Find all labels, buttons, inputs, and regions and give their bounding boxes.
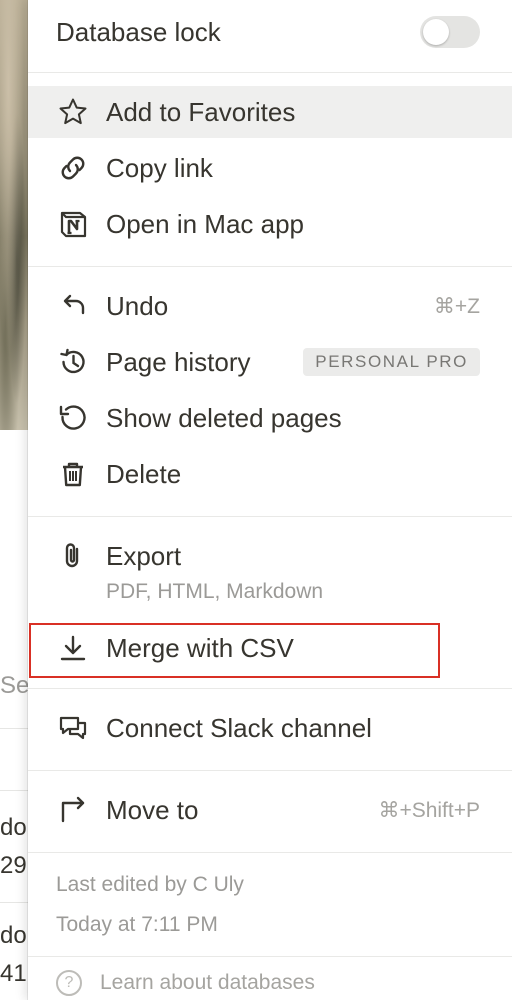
merge-with-csv-label: Merge with CSV bbox=[106, 632, 294, 663]
restore-icon bbox=[56, 401, 90, 435]
undo-icon bbox=[56, 289, 90, 323]
add-to-favorites-label: Add to Favorites bbox=[106, 96, 296, 127]
chat-bubbles-icon bbox=[56, 711, 90, 745]
background-text: Se bbox=[0, 672, 28, 699]
trash-icon bbox=[56, 457, 90, 491]
move-to-label: Move to bbox=[106, 794, 199, 825]
menu-divider bbox=[28, 72, 512, 73]
history-icon bbox=[56, 345, 90, 379]
learn-about-databases-label: Learn about databases bbox=[100, 971, 315, 994]
help-icon: ? bbox=[56, 970, 82, 996]
undo-item[interactable]: Undo ⌘+Z bbox=[28, 280, 512, 332]
connect-slack-channel-item[interactable]: Connect Slack channel bbox=[28, 702, 512, 754]
page-options-menu: Database lock Add to Favorites Copy link… bbox=[28, 0, 512, 1000]
notion-app-icon bbox=[56, 207, 90, 241]
delete-item[interactable]: Delete bbox=[28, 448, 512, 500]
menu-divider bbox=[28, 688, 512, 689]
connect-slack-channel-label: Connect Slack channel bbox=[106, 712, 372, 743]
background-divider bbox=[0, 790, 28, 791]
learn-about-databases-link[interactable]: ? Learn about databases bbox=[56, 970, 315, 996]
last-edited-by: Last edited by C Uly bbox=[56, 873, 244, 896]
background-cell: do bbox=[0, 922, 27, 949]
copy-link-item[interactable]: Copy link bbox=[28, 142, 512, 194]
background-cell: 41 bbox=[0, 960, 27, 987]
move-to-item[interactable]: Move to ⌘+Shift+P bbox=[28, 784, 512, 836]
download-icon bbox=[56, 631, 90, 665]
last-edited-time: Today at 7:11 PM bbox=[56, 913, 218, 936]
toggle-knob bbox=[423, 19, 449, 45]
export-formats: PDF, HTML, Markdown bbox=[106, 580, 324, 603]
move-to-shortcut: ⌘+Shift+P bbox=[378, 798, 480, 822]
open-in-mac-app-item[interactable]: Open in Mac app bbox=[28, 198, 512, 250]
database-lock-toggle[interactable] bbox=[420, 16, 480, 48]
merge-with-csv-item[interactable]: Merge with CSV bbox=[28, 622, 512, 674]
database-lock-row[interactable]: Database lock bbox=[28, 6, 512, 58]
background-divider bbox=[0, 902, 28, 903]
page-history-label: Page history bbox=[106, 346, 251, 377]
open-in-mac-app-label: Open in Mac app bbox=[106, 208, 305, 239]
menu-divider bbox=[28, 770, 512, 771]
menu-divider bbox=[28, 852, 512, 853]
export-item[interactable]: Export bbox=[28, 530, 512, 582]
personal-pro-badge: PERSONAL PRO bbox=[303, 348, 480, 376]
menu-divider bbox=[28, 266, 512, 267]
screen: Se do 29 do 41 Database lock Add to Favo… bbox=[0, 0, 512, 1000]
add-to-favorites-item[interactable]: Add to Favorites bbox=[28, 86, 512, 138]
menu-divider bbox=[28, 956, 512, 957]
undo-label: Undo bbox=[106, 290, 169, 321]
database-lock-label: Database lock bbox=[56, 16, 221, 47]
star-icon bbox=[56, 95, 90, 129]
copy-link-label: Copy link bbox=[106, 152, 213, 183]
page-history-item[interactable]: Page history PERSONAL PRO bbox=[28, 336, 512, 388]
background-divider bbox=[0, 728, 28, 729]
background-cell: do bbox=[0, 814, 27, 841]
delete-label: Delete bbox=[106, 458, 182, 489]
export-label: Export bbox=[106, 540, 182, 571]
link-icon bbox=[56, 151, 90, 185]
menu-divider bbox=[28, 516, 512, 517]
page-cover-image bbox=[0, 0, 28, 430]
background-page bbox=[0, 430, 28, 1000]
background-cell: 29 bbox=[0, 852, 27, 879]
undo-shortcut: ⌘+Z bbox=[433, 294, 480, 318]
show-deleted-pages-item[interactable]: Show deleted pages bbox=[28, 392, 512, 444]
show-deleted-pages-label: Show deleted pages bbox=[106, 402, 342, 433]
paperclip-icon bbox=[56, 539, 90, 573]
arrow-turn-right-icon bbox=[56, 793, 90, 827]
